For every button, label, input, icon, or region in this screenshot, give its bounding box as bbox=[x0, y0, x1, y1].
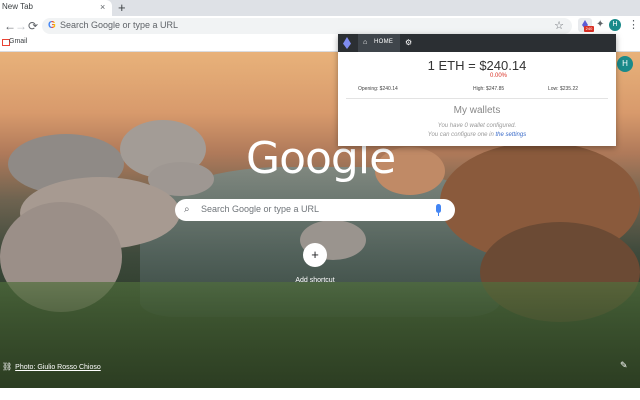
bookmark-gmail[interactable]: Gmail bbox=[9, 38, 27, 45]
add-shortcut-label: Add shortcut bbox=[295, 277, 335, 284]
microphone-icon[interactable] bbox=[436, 204, 441, 213]
settings-gear-icon[interactable]: ⚙ bbox=[405, 37, 412, 48]
price-change: 0.00% bbox=[490, 73, 508, 79]
toolbar-profile-avatar[interactable]: H bbox=[609, 19, 621, 31]
nav-home-label: HOME bbox=[374, 39, 394, 45]
bookmark-star-icon[interactable]: ☆ bbox=[554, 19, 564, 33]
wallets-title: My wallets bbox=[453, 105, 501, 116]
ethereum-logo-icon bbox=[343, 37, 351, 49]
browser-toolbar: ← → ⟳ G Search Google or type a URL ☆ bbox=[0, 16, 640, 36]
reload-icon[interactable]: ⟳ bbox=[28, 18, 38, 34]
google-g-icon: G bbox=[48, 19, 58, 33]
wallets-empty-message: You have 0 wallet configured. bbox=[437, 123, 517, 129]
ntp-profile-avatar[interactable]: H bbox=[617, 56, 633, 72]
popup-divider bbox=[346, 98, 608, 99]
tab-new-tab[interactable]: New Tab × bbox=[0, 0, 112, 16]
customize-pencil-icon[interactable]: ✎ bbox=[620, 360, 628, 371]
extensions-puzzle-icon[interactable]: ✦ bbox=[596, 19, 604, 31]
home-icon: ⌂ bbox=[363, 39, 368, 46]
address-placeholder: Search Google or type a URL bbox=[60, 20, 179, 30]
low-price: Low: $235.22 bbox=[548, 86, 579, 92]
wallets-configure-message: You can configure one in the settings bbox=[338, 132, 616, 138]
ntp-search-box[interactable]: ⌕ Search Google or type a URL bbox=[175, 199, 455, 221]
forward-icon[interactable]: → bbox=[15, 18, 27, 34]
wallets-configure-prefix: You can configure one in bbox=[427, 132, 494, 138]
extension-badge: 240 bbox=[584, 26, 594, 32]
new-tab-button[interactable]: + bbox=[118, 0, 126, 16]
eth-price-popup: ⌂ HOME ⚙ 1 ETH = $240.14 0.00% Opening: … bbox=[338, 34, 616, 146]
nav-home-tab[interactable]: ⌂ HOME bbox=[358, 34, 400, 52]
photo-credit-text[interactable]: Photo: Giulio Rosso Chioso bbox=[15, 364, 101, 371]
browser-menu-icon[interactable]: ⋮ bbox=[628, 18, 639, 32]
link-icon: ⛓ bbox=[2, 362, 13, 371]
search-icon: ⌕ bbox=[184, 204, 190, 215]
opening-price: Opening: $240.14 bbox=[358, 86, 398, 92]
tab-title: New Tab bbox=[2, 2, 33, 11]
settings-link[interactable]: the settings bbox=[496, 132, 527, 138]
tab-close-icon[interactable]: × bbox=[100, 2, 105, 12]
ntp-search-placeholder: Search Google or type a URL bbox=[201, 204, 320, 214]
eth-price: 1 ETH = $240.14 bbox=[427, 58, 527, 73]
price-stats: Opening: $240.14 High: $247.85 Low: $235… bbox=[358, 86, 598, 96]
high-price: High: $247.85 bbox=[473, 86, 505, 92]
window-bottom-edge bbox=[0, 388, 640, 400]
photo-credit[interactable]: ⛓ Photo: Giulio Rosso Chioso bbox=[2, 362, 101, 371]
address-bar[interactable]: G Search Google or type a URL ☆ bbox=[42, 18, 572, 34]
add-shortcut-plus-icon[interactable]: + bbox=[303, 243, 327, 267]
microphone-stand bbox=[438, 213, 439, 216]
popup-navbar: ⌂ HOME ⚙ bbox=[338, 34, 616, 52]
background-plants bbox=[0, 282, 640, 388]
eth-extension-icon[interactable]: 240 bbox=[578, 18, 594, 32]
tab-strip: New Tab × + bbox=[0, 0, 640, 16]
